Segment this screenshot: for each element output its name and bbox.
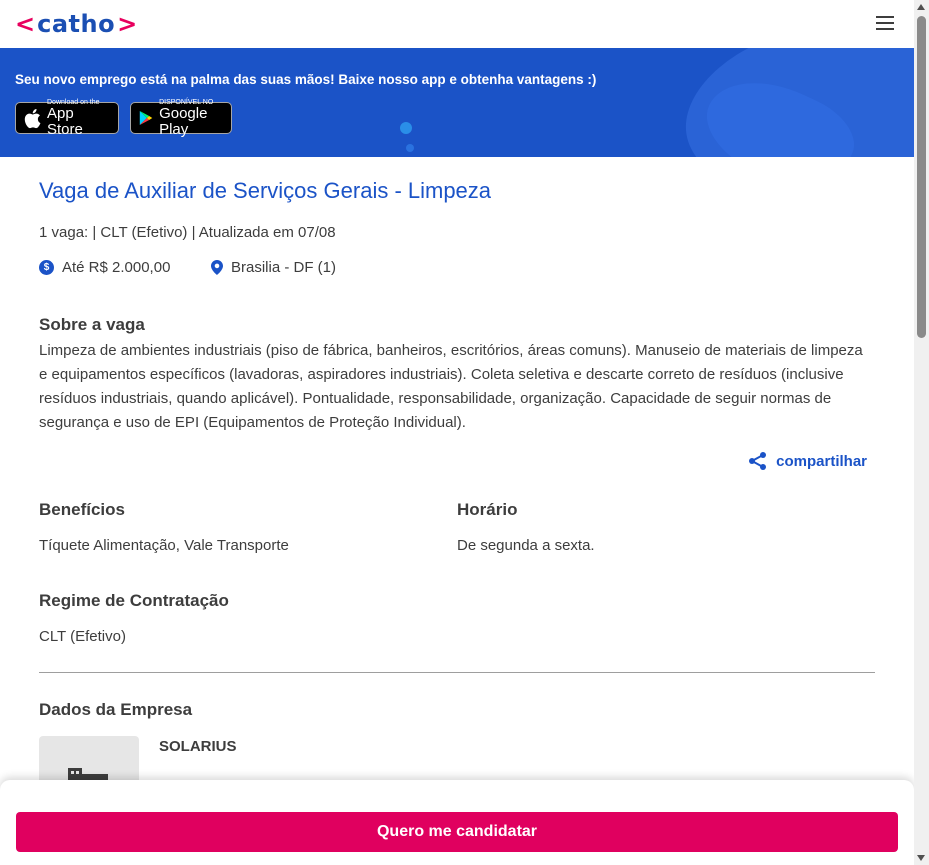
section-divider [39, 672, 875, 673]
scroll-up-icon[interactable] [917, 4, 925, 10]
page-scrollbar[interactable] [914, 0, 929, 865]
google-play-icon [139, 110, 153, 126]
company-heading: Dados da Empresa [39, 700, 193, 719]
scroll-thumb[interactable] [917, 16, 926, 338]
logo-wordmark: catho [37, 10, 116, 38]
banner-dot-small [406, 144, 414, 152]
banner-text: Seu novo emprego está na palma das suas … [15, 72, 597, 87]
schedule-heading: Horário [457, 500, 518, 519]
location-text: Brasilia - DF (1) [231, 259, 337, 276]
benefits-text: Tíquete Alimentação, Vale Transporte [39, 537, 289, 554]
about-text: Limpeza de ambientes industriais (piso d… [39, 342, 863, 431]
banner-dot [400, 122, 412, 134]
share-button[interactable]: compartilhar [748, 451, 867, 471]
apply-button[interactable]: Quero me candidatar [16, 812, 898, 852]
hamburger-icon[interactable] [876, 16, 896, 32]
apple-icon [24, 108, 41, 128]
app-store-button[interactable]: Download on the App Store [15, 99, 119, 137]
location-pin-icon [211, 260, 223, 275]
logo-right-chevron: > [117, 10, 138, 38]
logo-left-chevron: < [15, 10, 36, 38]
contract-text: CLT (Efetivo) [39, 628, 126, 645]
scroll-down-icon[interactable] [917, 855, 925, 861]
job-meta: 1 vaga: | CLT (Efetivo) | Atualizada em … [39, 224, 336, 241]
google-play-button[interactable]: DISPONÍVEL NO Google Play [130, 99, 232, 137]
benefits-heading: Benefícios [39, 500, 125, 519]
apply-bar: Quero me candidatar [0, 780, 914, 865]
location-info: Brasilia - DF (1) [211, 259, 336, 276]
share-label: compartilhar [776, 452, 867, 470]
top-header: < catho > [0, 0, 914, 48]
dollar-icon: $ [39, 260, 54, 275]
app-download-banner: Seu novo emprego está na palma das suas … [0, 48, 914, 157]
contract-heading: Regime de Contratação [39, 591, 229, 610]
share-icon [749, 452, 767, 470]
salary-info: $ Até R$ 2.000,00 [39, 259, 170, 276]
schedule-text: De segunda a sexta. [457, 537, 595, 554]
app-store-label: App Store [47, 104, 83, 138]
company-name: SOLARIUS [159, 738, 237, 755]
catho-logo[interactable]: < catho > [15, 10, 137, 38]
salary-text: Até R$ 2.000,00 [62, 259, 171, 276]
google-play-label: Google Play [159, 104, 208, 138]
job-title: Vaga de Auxiliar de Serviços Gerais - Li… [39, 178, 492, 203]
about-heading: Sobre a vaga [39, 315, 145, 334]
